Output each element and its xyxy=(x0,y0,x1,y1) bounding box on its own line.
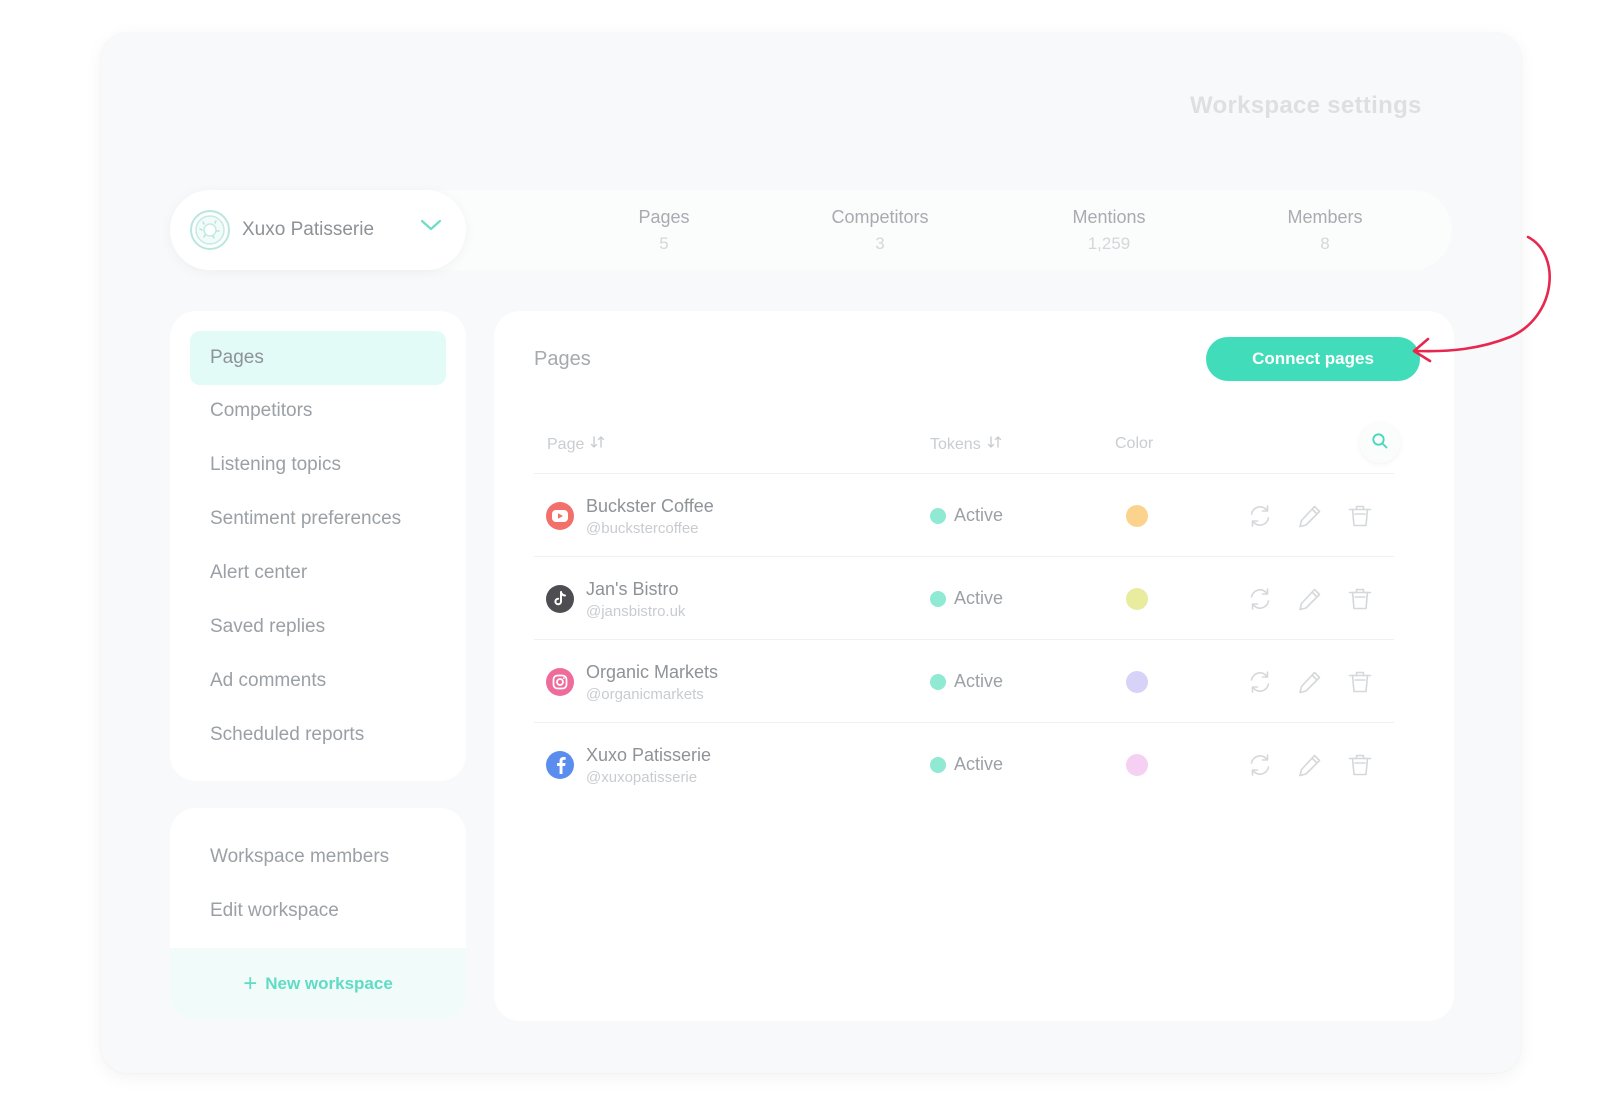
stat-pages: Pages 5 xyxy=(574,207,754,254)
sidebar-item-listening-topics[interactable]: Listening topics xyxy=(190,438,446,492)
pencil-icon[interactable] xyxy=(1296,502,1324,530)
search-button[interactable] xyxy=(1360,423,1400,463)
pencil-icon[interactable] xyxy=(1296,585,1324,613)
facebook-icon xyxy=(546,751,574,779)
table-row: Jan's Bistro @jansbistro.uk Active xyxy=(534,557,1394,640)
token-status: Active xyxy=(930,588,1003,609)
column-header-label: Tokens xyxy=(930,435,981,453)
page-name: Buckster Coffee xyxy=(586,496,714,516)
pencil-icon[interactable] xyxy=(1296,668,1324,696)
column-header-label: Color xyxy=(1115,435,1154,452)
sidebar-item-alert-center[interactable]: Alert center xyxy=(190,546,446,600)
trash-icon[interactable] xyxy=(1346,502,1374,530)
sidebar-item-edit-workspace[interactable]: Edit workspace xyxy=(190,884,446,938)
youtube-icon xyxy=(546,502,574,530)
sort-icon xyxy=(987,435,1003,454)
column-header-tokens[interactable]: Tokens xyxy=(930,435,1003,454)
page-handle: @jansbistro.uk xyxy=(586,603,686,620)
stat-value: 3 xyxy=(875,234,885,253)
stat-label: Mentions xyxy=(1072,207,1146,227)
sidebar-item-sentiment-preferences[interactable]: Sentiment preferences xyxy=(190,492,446,546)
table-row: Buckster Coffee @buckstercoffee Active xyxy=(534,474,1394,557)
sidebar-item-workspace-members[interactable]: Workspace members xyxy=(190,830,446,884)
search-icon xyxy=(1371,432,1389,455)
page-color-swatch[interactable] xyxy=(1126,588,1148,610)
refresh-icon[interactable] xyxy=(1246,502,1274,530)
page-handle: @xuxopatisserie xyxy=(586,769,698,786)
status-label: Active xyxy=(954,588,1004,608)
page-title: Workspace settings xyxy=(1190,92,1422,119)
token-status: Active xyxy=(930,754,1003,775)
sort-icon xyxy=(590,435,606,454)
page-handle: @buckstercoffee xyxy=(586,520,699,537)
status-dot xyxy=(930,590,946,607)
plus-icon: + xyxy=(243,970,258,997)
column-header-page[interactable]: Page xyxy=(547,435,606,454)
page-color-swatch[interactable] xyxy=(1126,754,1148,776)
trash-icon[interactable] xyxy=(1346,668,1374,696)
status-dot xyxy=(930,673,946,690)
token-status: Active xyxy=(930,671,1003,692)
tiktok-icon xyxy=(546,585,574,613)
stat-label: Competitors xyxy=(831,207,929,227)
sidebar-item-saved-replies[interactable]: Saved replies xyxy=(190,600,446,654)
page-name: Jan's Bistro xyxy=(586,579,679,599)
pencil-icon[interactable] xyxy=(1296,751,1324,779)
donut-logo-icon xyxy=(190,210,230,250)
new-workspace-button[interactable]: + New workspace xyxy=(170,948,466,1020)
annotation-arrow-icon xyxy=(1412,235,1551,363)
stat-value: 5 xyxy=(659,234,669,253)
token-status: Active xyxy=(930,505,1003,526)
status-label: Active xyxy=(954,505,1004,525)
pages-panel: Pages Connect pages Page Tokens Color Bu… xyxy=(494,311,1454,1021)
column-header-color: Color xyxy=(1115,435,1153,453)
status-dot xyxy=(930,756,946,773)
page-handle: @organicmarkets xyxy=(586,686,704,703)
column-header-label: Page xyxy=(547,435,585,453)
stat-value: 1,259 xyxy=(1087,234,1131,253)
stat-mentions: Mentions 1,259 xyxy=(1019,207,1199,254)
panel-title: Pages xyxy=(534,348,591,370)
table-row: Xuxo Patisserie @xuxopatisserie Active xyxy=(534,723,1394,806)
sidebar-item-pages[interactable]: Pages xyxy=(190,331,446,385)
settings-sidebar: Pages Competitors Listening topics Senti… xyxy=(170,311,466,781)
trash-icon[interactable] xyxy=(1346,751,1374,779)
trash-icon[interactable] xyxy=(1346,585,1374,613)
refresh-icon[interactable] xyxy=(1246,585,1274,613)
workspace-sidebar: Workspace members Edit workspace + New w… xyxy=(170,808,466,1020)
page-name: Xuxo Patisserie xyxy=(586,745,712,765)
chevron-down-icon xyxy=(420,218,442,237)
page-name: Organic Markets xyxy=(586,662,719,682)
sidebar-item-ad-comments[interactable]: Ad comments xyxy=(190,654,446,708)
stat-competitors: Competitors 3 xyxy=(790,207,970,254)
sidebar-item-competitors[interactable]: Competitors xyxy=(190,384,446,438)
page-color-swatch[interactable] xyxy=(1126,671,1148,693)
status-label: Active xyxy=(954,754,1004,774)
page-color-swatch[interactable] xyxy=(1126,505,1148,527)
workspace-selector[interactable]: Xuxo Patisserie xyxy=(170,190,466,270)
sidebar-item-scheduled-reports[interactable]: Scheduled reports xyxy=(190,708,446,762)
status-dot xyxy=(930,507,946,524)
instagram-icon xyxy=(546,668,574,696)
new-workspace-label: New workspace xyxy=(265,974,393,993)
workspace-name: Xuxo Patisserie xyxy=(242,219,375,240)
refresh-icon[interactable] xyxy=(1246,668,1274,696)
stat-label: Pages xyxy=(638,207,690,227)
status-label: Active xyxy=(954,671,1004,691)
refresh-icon[interactable] xyxy=(1246,751,1274,779)
table-row: Organic Markets @organicmarkets Active xyxy=(534,640,1394,723)
